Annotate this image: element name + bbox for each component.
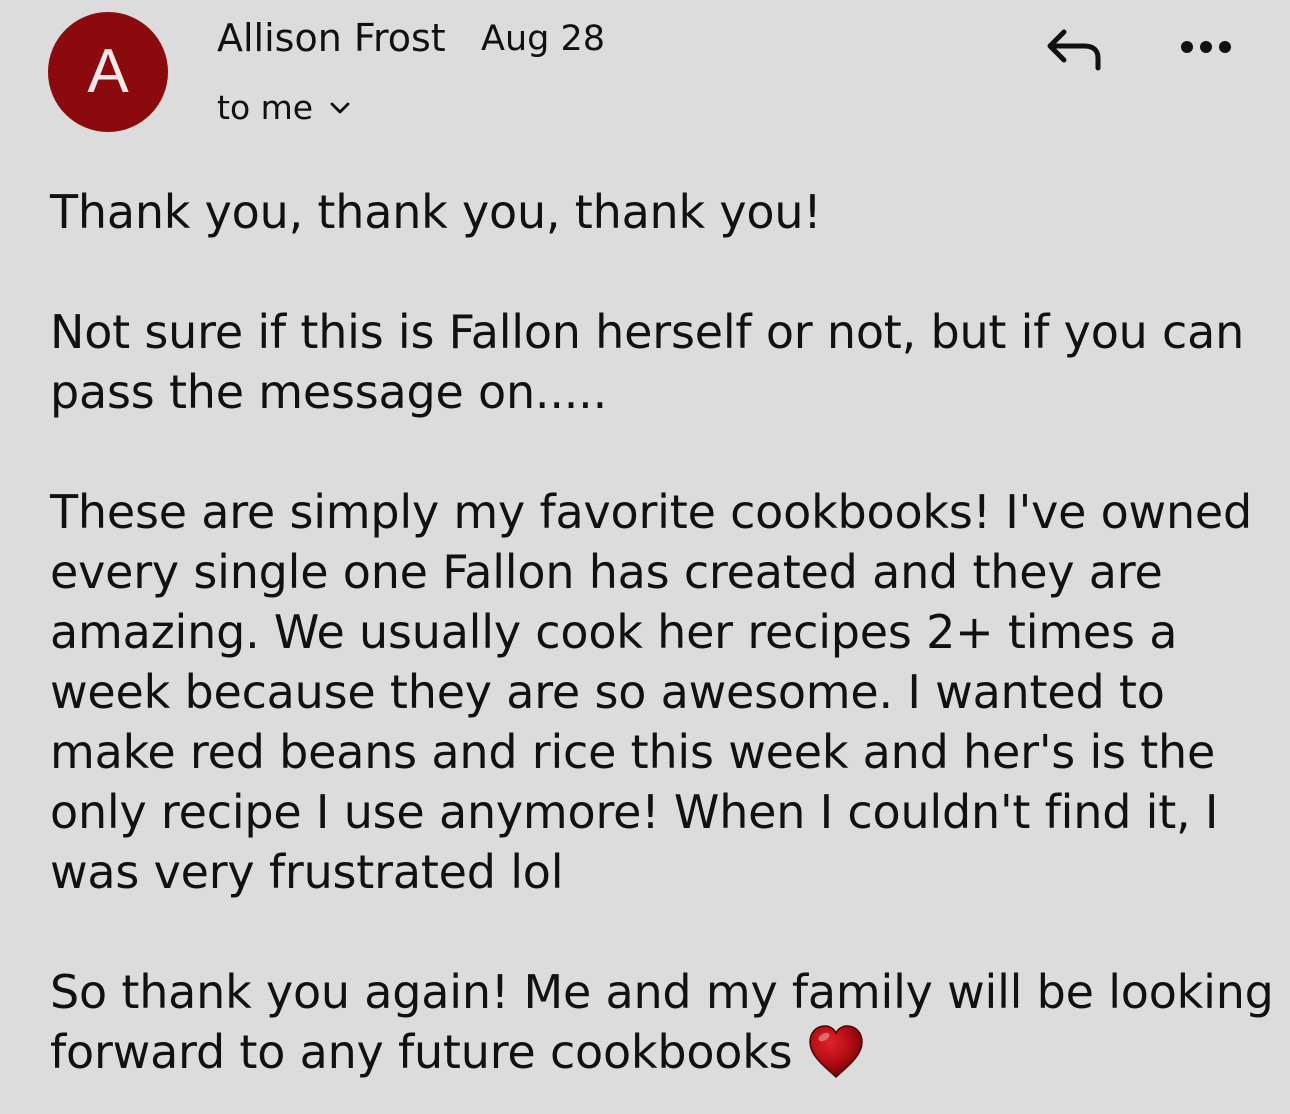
body-line: every single one Fallon has created and …: [50, 545, 1163, 599]
body-line: make red beans and rice this week and he…: [50, 725, 1216, 779]
sender-avatar[interactable]: A: [48, 12, 168, 132]
email-date: Aug 28: [481, 19, 606, 59]
body-line: So thank you again! Me and my family wil…: [50, 965, 1274, 1019]
body-line: week because they are so awesome. I want…: [50, 665, 1165, 719]
body-line-text: forward to any future cookbooks: [50, 1025, 793, 1079]
body-line: Not sure if this is Fallon herself or no…: [50, 305, 1245, 359]
body-line: These are simply my favorite cookbooks! …: [50, 485, 1253, 539]
recipient-label: to me: [217, 88, 314, 127]
heart-emoji-icon: [809, 1024, 864, 1078]
body-line: Thank you, thank you, thank you!: [50, 185, 822, 239]
body-line: was very frustrated lol: [50, 845, 564, 899]
body-line: only recipe I use anymore! When I couldn…: [50, 785, 1219, 839]
email-message: A Allison Frost Aug 28 to me Thank you, …: [0, 0, 1290, 1114]
body-paragraph: Not sure if this is Fallon herself or no…: [50, 302, 1244, 422]
body-line: pass the message on.....: [50, 365, 608, 419]
sender-name[interactable]: Allison Frost: [217, 14, 446, 62]
reply-icon[interactable]: [1044, 26, 1106, 72]
chevron-down-icon: [330, 102, 350, 114]
body-line: amazing. We usually cook her recipes 2+ …: [50, 605, 1178, 659]
recipient-details-toggle[interactable]: to me: [217, 86, 351, 130]
body-paragraph: These are simply my favorite cookbooks! …: [50, 482, 1252, 902]
body-paragraph: Thank you, thank you, thank you!: [50, 182, 822, 242]
body-paragraph: So thank you again! Me and my family wil…: [50, 962, 1274, 1085]
body-line-with-emoji: forward to any future cookbooks: [50, 1022, 1274, 1085]
more-options-icon[interactable]: [1180, 36, 1232, 58]
